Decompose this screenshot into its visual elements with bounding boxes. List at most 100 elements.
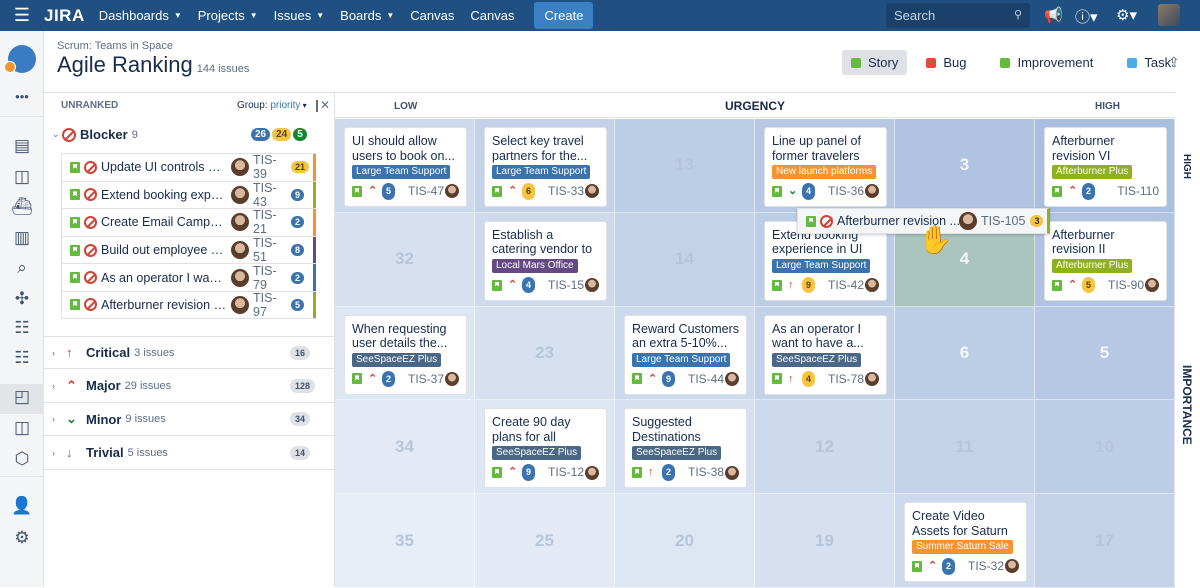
list-item[interactable]: Build out employee h... TIS-51 8	[61, 235, 316, 264]
issue-card[interactable]: Line up panel of former travelers to... N…	[764, 127, 887, 207]
nav-projects[interactable]: Projects ▼	[198, 8, 258, 23]
matrix-cell[interactable]: 11	[895, 400, 1035, 495]
matrix-cell[interactable]: 13	[615, 119, 755, 213]
filter-bug[interactable]: Bug	[917, 50, 975, 75]
filter-story[interactable]: Story	[842, 50, 908, 75]
issue-key[interactable]: TIS-97	[253, 291, 289, 319]
search-input[interactable]: Search ⚲	[886, 3, 1030, 28]
epic-label[interactable]: Local Mars Office	[492, 258, 578, 273]
more-icon[interactable]: •••	[0, 89, 44, 104]
list-item[interactable]: Create Email Campaign TIS-21 2	[61, 208, 316, 236]
chevron-right-icon[interactable]: ›	[52, 414, 62, 424]
nav-canvas[interactable]: Canvas	[410, 8, 454, 23]
issue-key[interactable]: TIS-42	[821, 278, 864, 293]
epic-label[interactable]: SeeSpaceEZ Plus	[772, 352, 862, 367]
matrix-cell[interactable]: 20	[615, 494, 755, 588]
chevron-right-icon[interactable]: ›	[52, 348, 62, 358]
issue-key[interactable]: TIS-47	[401, 184, 444, 199]
user-avatar[interactable]	[1158, 4, 1180, 26]
breadcrumb[interactable]: Scrum: Teams in Space	[57, 40, 249, 52]
list-icon[interactable]: ☷	[0, 318, 44, 338]
list-alt-icon[interactable]: ☷	[0, 348, 44, 368]
jira-logo[interactable]: JIRA	[44, 6, 85, 26]
group-major[interactable]: › ⌃ Major 29 issues 128	[44, 370, 334, 403]
issue-card[interactable]: Reward Customers an extra 5-10%... Large …	[624, 314, 747, 395]
list-item[interactable]: Afterburner revision I... TIS-97 5	[61, 291, 316, 319]
issue-card[interactable]: As an operator I want to have a... SeeSpa…	[764, 314, 887, 395]
epic-label[interactable]: SeeSpaceEZ Plus	[632, 446, 722, 461]
issue-key[interactable]: TIS-21	[253, 208, 289, 236]
matrix-cell[interactable]: 23	[475, 306, 615, 401]
matrix-cell[interactable]: 14	[615, 212, 755, 307]
settings-icon[interactable]: ⚙	[0, 528, 44, 548]
nav-issues[interactable]: Issues ▼	[274, 8, 325, 23]
chevron-down-icon[interactable]: ⌄	[52, 129, 62, 140]
hexagon-icon[interactable]: ⬡	[0, 449, 44, 469]
issue-key[interactable]: TIS-33	[541, 184, 584, 199]
matrix-cell[interactable]: 3	[895, 119, 1035, 213]
epic-label[interactable]: Large Team Support	[632, 352, 731, 367]
releases-icon[interactable]: ⛴	[0, 197, 44, 217]
group-minor[interactable]: › ⌄ Minor 9 issues 34	[44, 403, 334, 436]
help-icon[interactable]: ⓘ▾	[1075, 6, 1098, 27]
nav-boards[interactable]: Boards ▼	[340, 8, 394, 23]
create-button[interactable]: Create	[534, 2, 594, 29]
megaphone-icon[interactable]: 📢	[1044, 6, 1063, 24]
issues-search-icon[interactable]: ⌕	[0, 258, 44, 278]
issue-key[interactable]: TIS-79	[253, 264, 289, 292]
issue-key[interactable]: TIS-90	[1101, 278, 1144, 293]
epic-label[interactable]: SeeSpaceEZ Plus	[492, 446, 582, 461]
epic-label[interactable]: Large Team Support	[352, 165, 451, 179]
group-value[interactable]: priority	[270, 100, 300, 111]
chevron-right-icon[interactable]: ›	[52, 448, 62, 458]
issue-card[interactable]: Select key travel partners for the... Lar…	[484, 127, 607, 207]
issue-card[interactable]: Afterburner revision II automationAfterb…	[1044, 220, 1167, 301]
issue-key[interactable]: TIS-36	[821, 184, 864, 199]
matrix-cell[interactable]: 12	[755, 400, 895, 495]
list-item[interactable]: Update UI controls on... TIS-39 21	[61, 153, 316, 181]
issue-key[interactable]: TIS-39	[253, 153, 289, 181]
issue-key[interactable]: TIS-43	[253, 181, 289, 209]
filter-improvement[interactable]: Improvement	[991, 50, 1102, 75]
agile-ranking-icon[interactable]: ◰	[0, 387, 44, 407]
epic-label[interactable]: Afterburner Plus	[1052, 165, 1133, 179]
epic-label[interactable]: Afterburner Plus	[1052, 258, 1133, 273]
matrix-cell[interactable]: 25	[475, 494, 615, 588]
board-icon[interactable]: ◫	[0, 167, 44, 187]
matrix-cell[interactable]: 35	[335, 494, 475, 588]
share-icon[interactable]: ⇪	[1168, 54, 1180, 71]
menu-icon[interactable]: ☰	[0, 5, 44, 26]
issue-key[interactable]: TIS-12	[541, 465, 584, 480]
close-icon[interactable]: ✕	[320, 98, 330, 112]
epic-label[interactable]: SeeSpaceEZ Plus	[352, 352, 442, 367]
issue-key[interactable]: TIS-44	[681, 372, 724, 387]
issue-card[interactable]: Create Video Assets for Saturn Summer...…	[904, 502, 1027, 583]
issue-key[interactable]: TIS-32	[961, 559, 1004, 574]
gear-icon[interactable]: ⚙▾	[1116, 6, 1137, 24]
matrix-cell[interactable]: 19	[755, 494, 895, 588]
list-item[interactable]: Extend booking experience TIS-439	[61, 180, 316, 209]
epic-label[interactable]: New launch platforms	[772, 165, 877, 179]
issue-key[interactable]: TIS-38	[681, 465, 724, 480]
issue-card[interactable]: Afterburner revision VI automation Afterb…	[1044, 127, 1167, 207]
issue-card[interactable]: When requesting user details the... SeeSp…	[344, 314, 467, 395]
panel-icon[interactable]: ◫	[0, 418, 44, 438]
issue-key[interactable]: TIS-78	[821, 372, 864, 387]
epic-label[interactable]: Large Team Support	[492, 165, 591, 179]
group-blocker[interactable]: ⌄ Blocker 9	[52, 127, 138, 142]
backlog-icon[interactable]: ▤	[0, 136, 44, 156]
matrix-cell[interactable]: 17	[1035, 494, 1175, 588]
add-user-icon[interactable]: 👤	[0, 496, 44, 516]
matrix-cell[interactable]: 32	[335, 212, 475, 307]
issue-card[interactable]: Establish a catering vendor to provide..…	[484, 220, 607, 301]
issue-key[interactable]: TIS-37	[401, 372, 444, 387]
list-item[interactable]: As an operator I want... TIS-79 2	[61, 263, 316, 292]
issue-card[interactable]: Suggested Destinations SeeSpaceEZ Plus ↑ 2 T…	[624, 408, 747, 489]
chevron-right-icon[interactable]: ›	[52, 381, 62, 391]
epic-label[interactable]: Large Team Support	[772, 258, 871, 273]
issue-card[interactable]: Create 90 day plans for all departments.…	[484, 408, 607, 489]
matrix-cell[interactable]: 10	[1035, 400, 1175, 495]
group-critical[interactable]: › ↑ Critical 3 issues 16	[44, 336, 334, 369]
matrix-cell[interactable]: 34	[335, 400, 475, 495]
group-selector[interactable]: Group: priority ▾	[237, 100, 307, 111]
